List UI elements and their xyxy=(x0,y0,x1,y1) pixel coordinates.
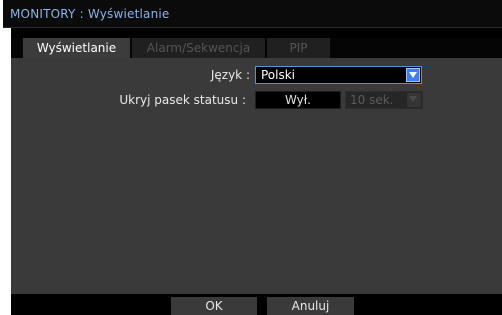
window-title: MONITORY : Wyświetlanie xyxy=(10,7,170,21)
language-label: Język : xyxy=(210,68,250,82)
ok-button[interactable]: OK xyxy=(171,297,257,315)
cancel-button[interactable]: Anuluj xyxy=(267,297,354,315)
chevron-down-icon xyxy=(407,93,421,107)
language-select[interactable]: Polski xyxy=(255,66,422,84)
hide-timeout-select: 10 sek. xyxy=(345,91,423,109)
chevron-down-icon[interactable] xyxy=(406,68,420,82)
hide-status-bar-label: Ukryj pasek statusu : xyxy=(119,93,246,107)
monitor-display-dialog: MONITORY : Wyświetlanie Wyświetlanie Ala… xyxy=(0,0,502,315)
tab-display[interactable]: Wyświetlanie xyxy=(23,38,130,58)
hide-timeout-value: 10 sek. xyxy=(350,93,394,107)
hide-status-bar-select[interactable]: Wył. xyxy=(255,91,341,109)
title-bar: MONITORY : Wyświetlanie xyxy=(3,0,502,28)
hide-status-bar-value: Wył. xyxy=(285,93,311,107)
tab-strip: Wyświetlanie Alarm/Sekwencja PIP xyxy=(11,38,502,58)
tab-alarm-sequence[interactable]: Alarm/Sekwencja xyxy=(132,38,265,58)
language-value: Polski xyxy=(261,68,296,82)
tab-pip[interactable]: PIP xyxy=(267,38,330,58)
